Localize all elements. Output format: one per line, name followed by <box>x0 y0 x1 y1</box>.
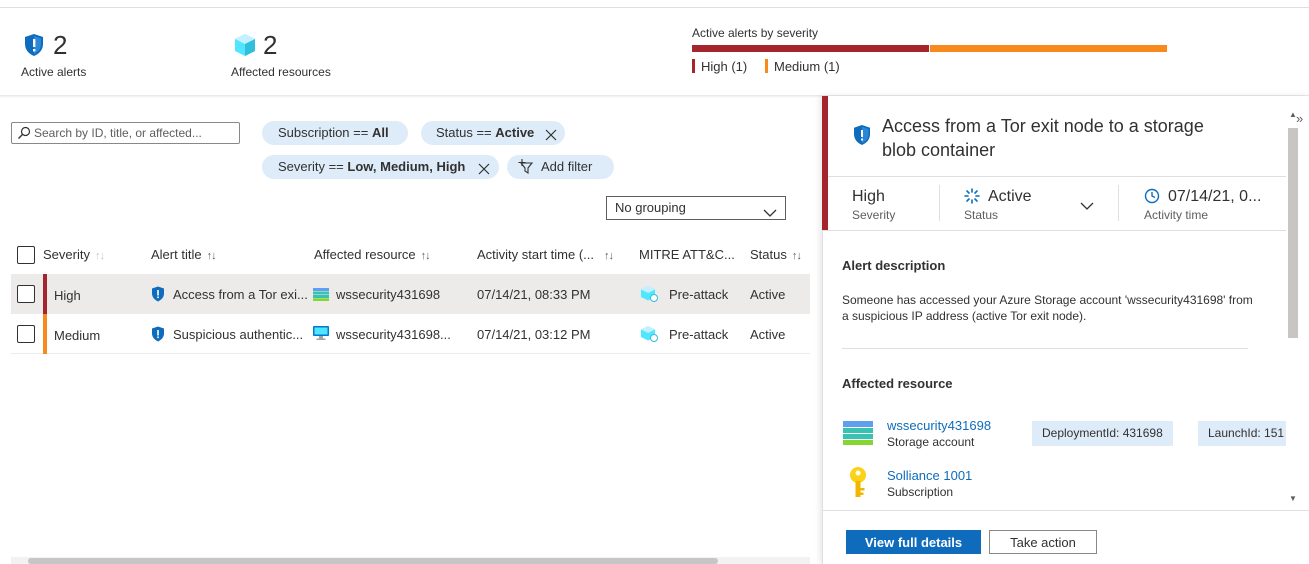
mitre-cell: Pre-attack <box>669 327 729 342</box>
severity-bar-high[interactable] <box>692 45 929 52</box>
activity-start-cell: 07/14/21, 03:12 PM <box>477 327 591 342</box>
affected-resource-cell[interactable]: wssecurity431698 <box>336 287 440 302</box>
resource-link-subscription[interactable]: Solliance 1001 <box>887 468 972 483</box>
divider <box>828 176 1286 177</box>
alert-description-text: Someone has accessed your Azure Storage … <box>842 293 1253 323</box>
status-cell: Active <box>750 287 786 302</box>
column-header-affected-resource[interactable]: Affected resource ↑↓ <box>314 247 431 262</box>
affected-resource-title: Affected resource <box>842 376 953 391</box>
shield-alert-icon <box>23 33 45 60</box>
divider <box>822 510 1309 511</box>
scroll-down-icon[interactable]: ▼ <box>1289 494 1297 503</box>
shield-icon <box>151 326 165 345</box>
detail-severity-value: High <box>852 188 885 205</box>
severity-bar-medium[interactable] <box>930 45 1167 52</box>
row-checkbox[interactable] <box>17 325 35 343</box>
row-checkbox[interactable] <box>17 285 35 303</box>
severity-chart-title: Active alerts by severity <box>692 26 819 40</box>
clock-icon <box>1144 188 1160 207</box>
alert-description-title: Alert description <box>842 258 946 273</box>
details-scrollbar-thumb[interactable] <box>1288 128 1298 338</box>
legend-high: High (1) <box>692 59 747 74</box>
detail-status-value[interactable]: Active <box>988 188 1032 206</box>
status-filter-pill[interactable]: Status == Active <box>421 121 565 145</box>
mitre-tactic-icon <box>639 285 659 306</box>
storage-account-icon <box>313 288 329 304</box>
divider <box>939 185 940 221</box>
resource-type-storage: Storage account <box>887 435 975 449</box>
table-row[interactable]: Medium Suspicious authentic... wssecurit… <box>11 314 810 354</box>
storage-account-icon <box>843 421 873 448</box>
search-icon <box>17 126 31 143</box>
virtual-machine-icon <box>313 325 329 344</box>
column-header-activity-start[interactable]: Activity start time (... ↑↓ <box>477 247 614 262</box>
close-icon[interactable] <box>544 126 558 150</box>
alert-title-cell: Access from a Tor exi... <box>173 287 308 302</box>
close-icon[interactable] <box>477 160 491 184</box>
chevron-down-icon <box>763 203 777 225</box>
severity-filter-pill[interactable]: Severity == Low, Medium, High <box>262 155 499 179</box>
detail-activity-label: Activity time <box>1144 208 1209 222</box>
affected-resource-cell[interactable]: wssecurity431698... <box>336 327 451 342</box>
divider <box>822 230 1286 231</box>
affected-resources-label: Affected resources <box>231 65 331 79</box>
add-filter-button[interactable]: Add filter <box>507 155 614 179</box>
resource-type-subscription: Subscription <box>887 485 954 499</box>
mitre-cell: Pre-attack <box>669 287 729 302</box>
detail-activity-value: 07/14/21, 0... <box>1168 188 1262 205</box>
search-box[interactable] <box>11 122 240 144</box>
column-header-severity[interactable]: Severity ↑↓ <box>43 247 105 262</box>
tag-launch-id: LaunchId: 151 <box>1198 421 1286 446</box>
severity-cell: Medium <box>54 328 101 343</box>
key-icon <box>847 466 869 503</box>
column-header-status[interactable]: Status ↑↓ <box>750 247 802 262</box>
detail-severity-label: Severity <box>852 208 896 222</box>
column-header-mitre[interactable]: MITRE ATT&C... <box>639 247 735 262</box>
severity-accent-bar <box>822 96 828 230</box>
resource-link-storage[interactable]: wssecurity431698 <box>887 418 991 433</box>
active-alerts-label: Active alerts <box>21 65 87 79</box>
legend-medium: Medium (1) <box>765 59 840 74</box>
severity-stripe <box>43 274 47 314</box>
status-cell: Active <box>750 327 786 342</box>
view-full-details-button[interactable]: View full details <box>846 530 981 554</box>
active-alerts-count: 2 <box>53 30 68 60</box>
subscription-filter-pill[interactable]: Subscription == All <box>262 121 408 145</box>
horizontal-scrollbar-thumb[interactable] <box>28 558 718 564</box>
detail-status-label: Status <box>964 208 999 222</box>
select-all-checkbox[interactable] <box>17 246 35 264</box>
status-chevron-down-icon[interactable] <box>1080 199 1094 214</box>
divider <box>842 348 1248 349</box>
details-vertical-scrollbar[interactable]: ▲ ▼ <box>1286 110 1300 510</box>
divider <box>1118 185 1119 221</box>
tag-deployment-id: DeploymentId: 431698 <box>1032 421 1173 446</box>
shield-icon <box>151 286 165 305</box>
cube-icon <box>233 33 257 60</box>
summary-strip: 2 Active alerts 2 Affected resources <box>0 8 1309 96</box>
column-header-alert-title[interactable]: Alert title ↑↓ <box>151 247 217 262</box>
alert-detail-title: Access from a Tor exit node to a storage… <box>882 116 1204 160</box>
severity-cell: High <box>54 288 81 303</box>
activity-start-cell: 07/14/21, 08:33 PM <box>477 287 591 302</box>
shield-alert-icon <box>852 124 872 149</box>
table-row[interactable]: High Access from a Tor exi... wssecurity… <box>11 274 810 314</box>
take-action-button[interactable]: Take action <box>989 530 1097 554</box>
affected-resources-count: 2 <box>263 30 278 60</box>
status-active-icon <box>964 188 980 207</box>
severity-stripe <box>43 314 47 354</box>
alert-title-cell: Suspicious authentic... <box>173 327 304 342</box>
add-filter-icon <box>518 159 536 183</box>
grouping-dropdown[interactable]: No grouping <box>606 196 786 220</box>
scroll-up-icon[interactable]: ▲ <box>1289 110 1297 119</box>
search-input[interactable] <box>34 125 234 141</box>
mitre-tactic-icon <box>639 325 659 346</box>
